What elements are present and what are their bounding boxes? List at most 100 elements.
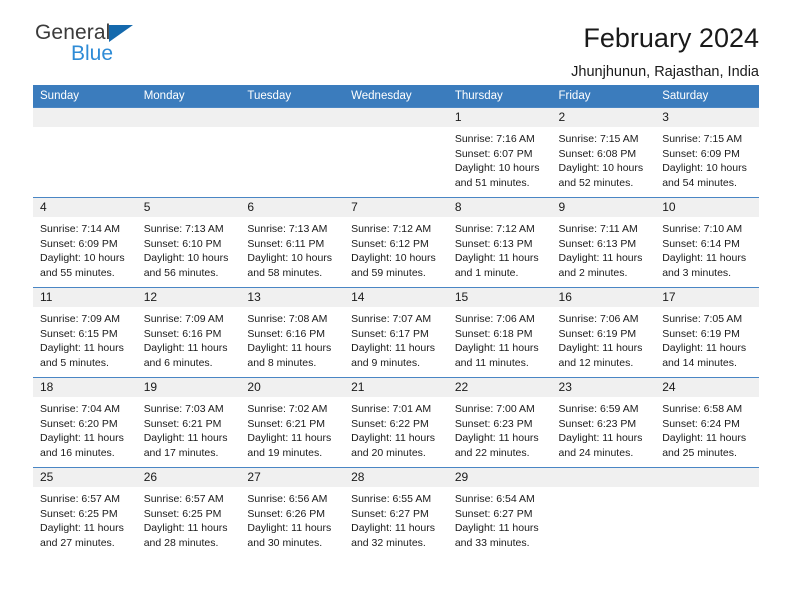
sunset-time: Sunset: 6:25 PM	[40, 507, 118, 520]
daylight-duration-line-1: Daylight: 11 hours	[351, 342, 435, 355]
day-details: Sunrise: 6:55 AM Sunset: 6:27 PM Daylight:…	[344, 487, 448, 550]
day-cell[interactable]: 24 Sunrise: 6:58 AM Sunset: 6:24 PM Dayligh…	[655, 377, 759, 468]
daylight-duration-line-1: Daylight: 11 hours	[143, 432, 228, 445]
day-cell[interactable]: 16 Sunrise: 7:06 AM Sunset: 6:19 PM Dayligh…	[551, 287, 656, 378]
day-number: 26	[136, 468, 241, 487]
day-cell[interactable]: 12 Sunrise: 7:09 AM Sunset: 6:16 PM Dayligh…	[136, 287, 241, 378]
day-cell[interactable]: 26 Sunrise: 6:57 AM Sunset: 6:25 PM Dayligh…	[136, 467, 241, 558]
day-details: Sunrise: 7:04 AM Sunset: 6:20 PM Daylight:…	[33, 397, 137, 460]
daylight-duration-line-1: Daylight: 10 hours	[143, 252, 229, 265]
daylight-duration-line-1: Daylight: 11 hours	[351, 522, 435, 535]
daylight-duration-line-1: Daylight: 11 hours	[662, 342, 747, 355]
day-cell[interactable]: 13 Sunrise: 7:08 AM Sunset: 6:16 PM Dayligh…	[240, 287, 345, 378]
day-cell[interactable]: 17 Sunrise: 7:05 AM Sunset: 6:19 PM Dayligh…	[655, 287, 759, 378]
day-cell[interactable]: 5 Sunrise: 7:13 AM Sunset: 6:10 PM Daylight…	[136, 197, 241, 288]
daylight-duration-line-2: and 17 minutes.	[143, 446, 219, 459]
daylight-duration-line-2: and 52 minutes.	[558, 176, 634, 189]
day-cell[interactable]: 7 Sunrise: 7:12 AM Sunset: 6:12 PM Daylight…	[344, 197, 448, 288]
day-details: Sunrise: 7:11 AM Sunset: 6:13 PM Daylight:…	[552, 217, 656, 280]
daylight-duration-line-1: Daylight: 11 hours	[143, 342, 228, 355]
sunrise-time: Sunrise: 6:54 AM	[454, 493, 535, 505]
sunrise-time: Sunrise: 7:13 AM	[143, 223, 224, 235]
sunset-time: Sunset: 6:22 PM	[351, 417, 429, 430]
weekday-header-thursday: Thursday	[447, 85, 552, 108]
daylight-duration-line-2: and 20 minutes.	[351, 446, 426, 459]
sunset-time: Sunset: 6:19 PM	[558, 327, 637, 340]
sunset-time: Sunset: 6:21 PM	[247, 417, 326, 430]
day-details: Sunrise: 7:14 AM Sunset: 6:09 PM Daylight:…	[33, 217, 137, 280]
day-cell[interactable]: 19 Sunrise: 7:03 AM Sunset: 6:21 PM Dayligh…	[136, 377, 241, 468]
day-cell[interactable]: 14 Sunrise: 7:07 AM Sunset: 6:17 PM Dayligh…	[344, 287, 448, 378]
sunset-time: Sunset: 6:14 PM	[662, 237, 740, 250]
weekday-header-monday: Monday	[136, 85, 241, 108]
day-cell[interactable]: 11 Sunrise: 7:09 AM Sunset: 6:15 PM Dayligh…	[33, 287, 137, 378]
day-number: 21	[344, 378, 448, 397]
sunrise-time: Sunrise: 7:14 AM	[40, 223, 120, 235]
day-number: 13	[240, 288, 345, 307]
day-number: 2	[551, 108, 656, 127]
daylight-duration-line-2: and 1 minute.	[454, 266, 519, 279]
day-cell[interactable]: 9 Sunrise: 7:11 AM Sunset: 6:13 PM Daylight…	[551, 197, 656, 288]
day-cell[interactable]: 29 Sunrise: 6:54 AM Sunset: 6:27 PM Dayligh…	[447, 467, 552, 558]
day-cell[interactable]: 10 Sunrise: 7:10 AM Sunset: 6:14 PM Dayligh…	[655, 197, 759, 288]
day-number: 7	[344, 198, 448, 217]
daylight-duration-line-2: and 55 minutes.	[40, 266, 115, 279]
day-cell[interactable]: 23 Sunrise: 6:59 AM Sunset: 6:23 PM Dayligh…	[551, 377, 656, 468]
day-details: Sunrise: 7:12 AM Sunset: 6:13 PM Daylight:…	[448, 217, 552, 280]
daylight-duration-line-2: and 19 minutes.	[247, 446, 323, 459]
day-cell-empty	[136, 107, 241, 198]
day-number: 17	[655, 288, 759, 307]
day-number: 28	[344, 468, 448, 487]
sunset-time: Sunset: 6:17 PM	[351, 327, 429, 340]
daylight-duration-line-1: Daylight: 10 hours	[40, 252, 125, 265]
day-number: 18	[33, 378, 137, 397]
day-details: Sunrise: 7:05 AM Sunset: 6:19 PM Daylight:…	[655, 307, 759, 370]
day-number	[136, 108, 241, 127]
day-number: 24	[655, 378, 759, 397]
day-cell[interactable]: 21 Sunrise: 7:01 AM Sunset: 6:22 PM Dayligh…	[344, 377, 448, 468]
daylight-duration-line-2: and 22 minutes.	[454, 446, 530, 459]
day-cell[interactable]: 6 Sunrise: 7:13 AM Sunset: 6:11 PM Daylight…	[240, 197, 345, 288]
day-details: Sunrise: 7:01 AM Sunset: 6:22 PM Daylight:…	[344, 397, 448, 460]
daylight-duration-line-2: and 28 minutes.	[143, 536, 219, 549]
sunset-time: Sunset: 6:13 PM	[454, 237, 533, 250]
day-cell[interactable]: 18 Sunrise: 7:04 AM Sunset: 6:20 PM Dayligh…	[33, 377, 137, 468]
day-cell[interactable]: 15 Sunrise: 7:06 AM Sunset: 6:18 PM Dayligh…	[447, 287, 552, 378]
day-cell[interactable]: 25 Sunrise: 6:57 AM Sunset: 6:25 PM Dayligh…	[33, 467, 137, 558]
sunrise-time: Sunrise: 6:57 AM	[143, 493, 224, 505]
day-details: Sunrise: 6:57 AM Sunset: 6:25 PM Daylight:…	[137, 487, 241, 550]
day-cell[interactable]: 8 Sunrise: 7:12 AM Sunset: 6:13 PM Daylight…	[447, 197, 552, 288]
sunset-time: Sunset: 6:18 PM	[454, 327, 533, 340]
sunrise-time: Sunrise: 6:57 AM	[40, 493, 120, 505]
day-number	[33, 108, 137, 127]
day-cell[interactable]: 27 Sunrise: 6:56 AM Sunset: 6:26 PM Dayligh…	[240, 467, 345, 558]
daylight-duration-line-1: Daylight: 11 hours	[40, 432, 124, 445]
day-number: 23	[551, 378, 656, 397]
sunset-time: Sunset: 6:25 PM	[143, 507, 222, 520]
day-details: Sunrise: 7:00 AM Sunset: 6:23 PM Daylight:…	[448, 397, 552, 460]
daylight-duration-line-1: Daylight: 10 hours	[558, 162, 644, 175]
day-cell[interactable]: 22 Sunrise: 7:00 AM Sunset: 6:23 PM Dayligh…	[447, 377, 552, 468]
day-details: Sunrise: 7:02 AM Sunset: 6:21 PM Daylight:…	[240, 397, 344, 460]
page-header: General Blue February 2024 Jhunjhunun, R…	[33, 0, 759, 80]
day-details: Sunrise: 7:09 AM Sunset: 6:15 PM Daylight:…	[33, 307, 137, 370]
day-cell[interactable]: 28 Sunrise: 6:55 AM Sunset: 6:27 PM Dayligh…	[344, 467, 448, 558]
daylight-duration-line-2: and 8 minutes.	[247, 356, 317, 369]
day-cell[interactable]: 20 Sunrise: 7:02 AM Sunset: 6:21 PM Dayligh…	[240, 377, 345, 468]
daylight-duration-line-1: Daylight: 10 hours	[454, 162, 540, 175]
calendar-page: General Blue February 2024 Jhunjhunun, R…	[0, 0, 792, 612]
day-details: Sunrise: 7:09 AM Sunset: 6:16 PM Daylight:…	[137, 307, 241, 370]
day-details: Sunrise: 7:15 AM Sunset: 6:09 PM Daylight:…	[655, 127, 759, 190]
day-cell[interactable]: 2 Sunrise: 7:15 AM Sunset: 6:08 PM Daylight…	[551, 107, 656, 198]
day-cell[interactable]: 3 Sunrise: 7:15 AM Sunset: 6:09 PM Daylight…	[655, 107, 759, 198]
brand-logo[interactable]: General Blue	[35, 22, 134, 65]
daylight-duration-line-2: and 32 minutes.	[351, 536, 426, 549]
day-cell[interactable]: 1 Sunrise: 7:16 AM Sunset: 6:07 PM Daylight…	[447, 107, 552, 198]
daylight-duration-line-2: and 14 minutes.	[662, 356, 737, 369]
day-cell[interactable]: 4 Sunrise: 7:14 AM Sunset: 6:09 PM Daylight…	[33, 197, 137, 288]
day-number: 29	[447, 468, 552, 487]
day-details: Sunrise: 6:59 AM Sunset: 6:23 PM Daylight:…	[552, 397, 656, 460]
title-block: February 2024 Jhunjhunun, Rajasthan, Ind…	[571, 23, 759, 81]
sunrise-time: Sunrise: 6:59 AM	[558, 403, 639, 415]
sunrise-time: Sunrise: 7:06 AM	[558, 313, 639, 325]
